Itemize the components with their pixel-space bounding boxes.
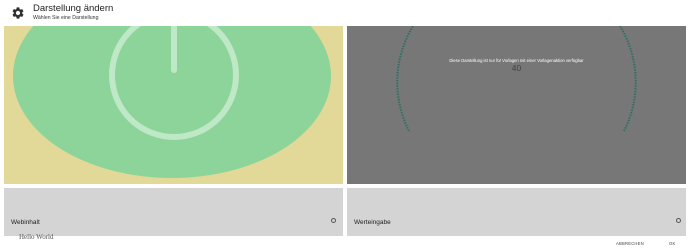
cancel-button[interactable]: ABBRECHEN xyxy=(616,241,644,246)
option-webcontent-radio[interactable] xyxy=(331,218,336,223)
option-valueinput-label: Werteingabe xyxy=(354,219,391,226)
option-valueinput-radio[interactable] xyxy=(676,218,681,223)
dialog-title: Darstellung ändern xyxy=(33,3,114,14)
option-webcontent-preview[interactable] xyxy=(4,26,343,184)
display-options-grid: Diese Darstellung ist nur für Vorlagen m… xyxy=(0,26,690,241)
dialog-subtitle: Wählen Sie eine Darstellung xyxy=(33,15,99,21)
dialog-header: Darstellung ändern Wählen Sie eine Darst… xyxy=(0,0,690,26)
option-valueinput-preview: Diese Darstellung ist nur für Vorlagen m… xyxy=(347,26,686,184)
option-webcontent-preview-text: Hello World xyxy=(19,233,54,241)
gear-icon xyxy=(12,7,24,19)
option-webcontent-footer[interactable]: Webinhalt Hello World xyxy=(4,188,343,241)
gauge-value: 40 xyxy=(511,63,522,73)
ok-button[interactable]: OK xyxy=(669,241,675,246)
option-webcontent-label: Webinhalt xyxy=(11,219,40,226)
gauge-icon xyxy=(396,26,637,132)
option-valueinput-footer[interactable]: Werteingabe xyxy=(347,188,686,236)
power-icon xyxy=(13,26,331,178)
